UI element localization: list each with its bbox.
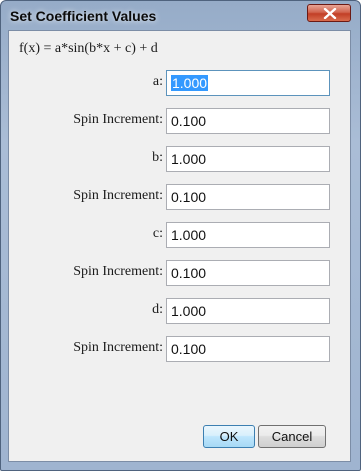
coefficient-d-label: d: <box>152 302 163 317</box>
coefficient-c-input[interactable]: 1.000 <box>166 222 330 248</box>
close-icon <box>323 8 337 19</box>
cancel-button[interactable]: Cancel <box>258 425 326 448</box>
spin-increment-c-input[interactable]: 0.100 <box>166 260 330 286</box>
formula-text: f(x) = a*sin(b*x + c) + d <box>19 41 158 56</box>
spin-increment-b-label: Spin Increment: <box>73 188 163 203</box>
close-button[interactable] <box>307 4 351 22</box>
coefficient-a-label: a: <box>152 74 163 89</box>
spin-increment-d-input[interactable]: 0.100 <box>166 336 330 362</box>
coefficient-d-input[interactable]: 1.000 <box>166 298 330 324</box>
coefficient-b-input[interactable]: 1.000 <box>166 146 330 172</box>
ok-button[interactable]: OK <box>203 425 255 448</box>
window-title: Set Coefficient Values <box>10 8 157 24</box>
spin-increment-c-label: Spin Increment: <box>73 264 163 279</box>
spin-increment-b-input[interactable]: 0.100 <box>166 184 330 210</box>
coefficient-b-label: b: <box>152 150 163 165</box>
spin-increment-a-label: Spin Increment: <box>73 112 163 127</box>
coefficient-a-input[interactable]: 1.000 <box>166 70 330 96</box>
spin-increment-d-label: Spin Increment: <box>73 340 163 355</box>
spin-increment-a-input[interactable]: 0.100 <box>166 108 330 134</box>
coefficient-a-value: 1.000 <box>171 75 209 91</box>
coefficient-c-label: c: <box>152 226 163 241</box>
